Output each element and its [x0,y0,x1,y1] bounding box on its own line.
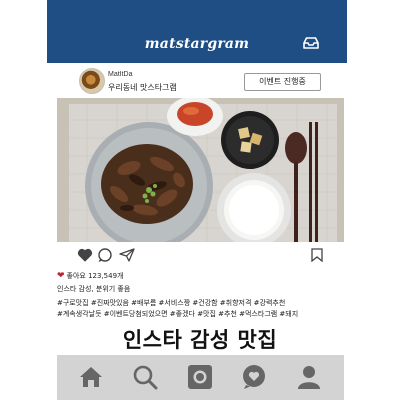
bottom-navigation [57,355,344,400]
header-bar: matstargram [47,0,347,63]
home-icon[interactable] [78,364,104,390]
heart-icon[interactable] [77,248,93,262]
post-photo[interactable] [57,98,344,242]
app-frame: matstargram MatItDa 우리동네 맛스타그램 이벤트 진행중 ❤… [0,0,400,400]
likes-count[interactable]: ❤ 좋아요 123,549개 [57,271,123,281]
post-header: MatItDa 우리동네 맛스타그램 이벤트 진행중 [47,63,347,99]
hashtags-line-2[interactable]: #계속생각날듯 #이벤트당첨되었으면 #좋겠다 #맛집 #추천 #먹스타그램 #… [57,309,298,319]
profile-name[interactable]: MatItDa [108,71,133,78]
comment-icon[interactable] [97,248,113,263]
food-photo-illustration [57,98,344,242]
likes-text: 좋아요 123,549개 [66,272,124,280]
inbox-icon[interactable] [303,37,319,49]
send-icon[interactable] [119,248,135,262]
search-icon[interactable] [132,364,158,390]
post-actions [57,246,344,266]
profile-subtitle: 우리동네 맛스타그램 [108,83,177,92]
profile-icon[interactable] [296,364,322,390]
hashtags-line-1[interactable]: #구로맛집 #진짜맛있음 #배부름 #서비스짱 #건강함 #취향저격 #강력추천 [57,298,285,308]
like-heart-icon: ❤ [57,271,65,281]
page-title: 인스타 감성 맛집 [122,328,278,352]
bookmark-icon[interactable] [311,248,323,262]
activity-heart-icon[interactable] [241,364,267,390]
event-button[interactable]: 이벤트 진행중 [244,73,321,91]
post-caption: 인스타 감성, 분위기 좋음 [57,285,131,293]
avatar[interactable] [79,68,105,94]
brand-logo: matstargram [144,36,250,52]
camera-icon[interactable] [187,364,213,390]
